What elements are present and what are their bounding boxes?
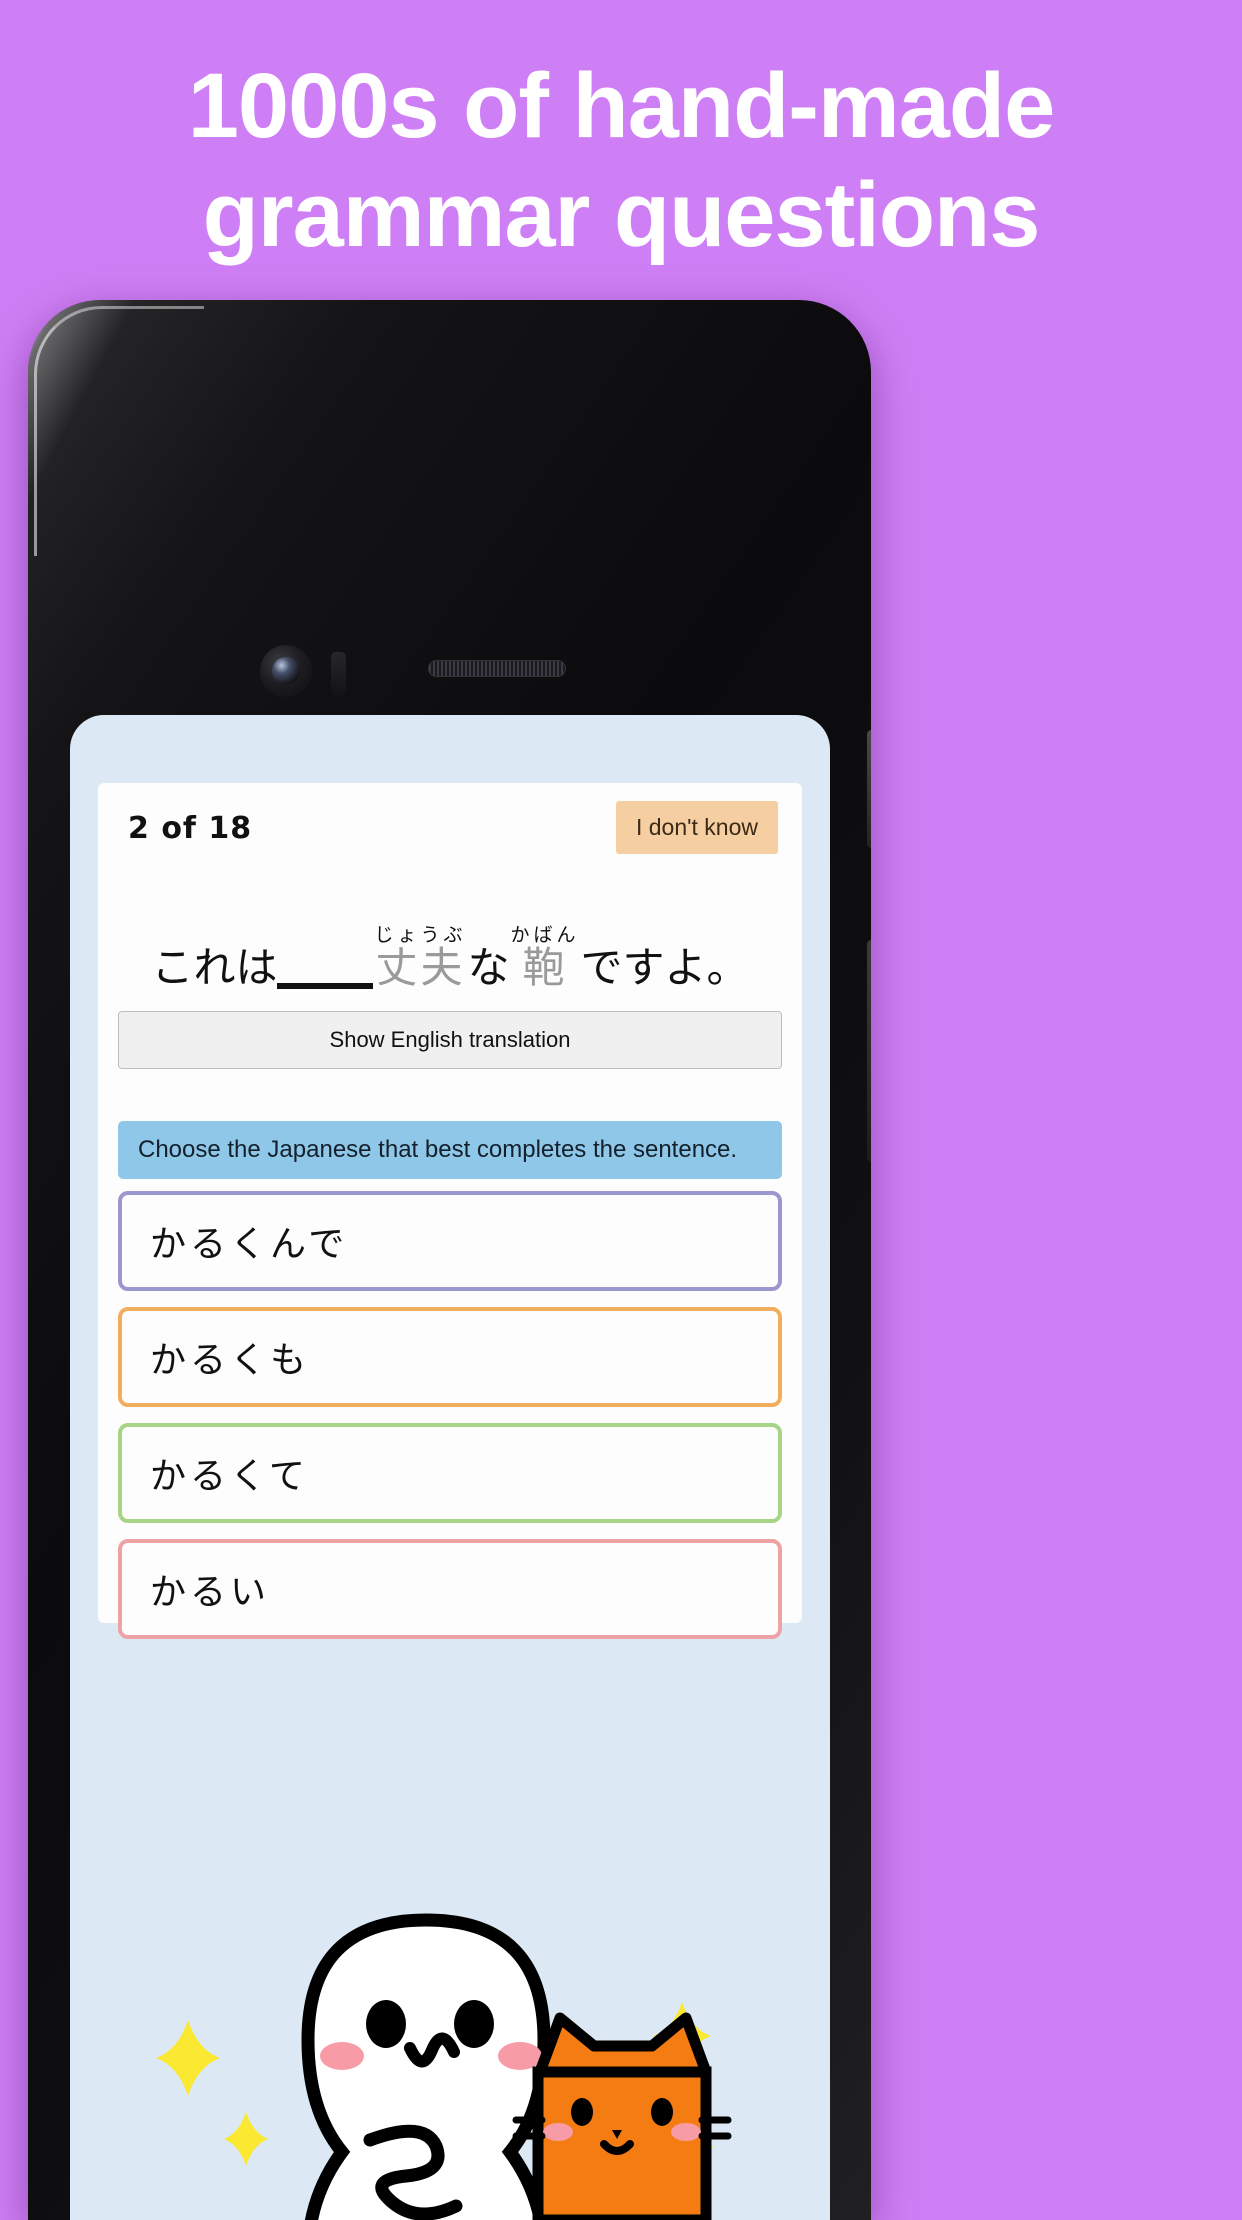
orange-cat-mascot bbox=[512, 2012, 732, 2220]
mascot-illustration bbox=[70, 1620, 830, 2220]
kanji-kaban: 鞄 bbox=[522, 943, 568, 992]
proximity-sensor-icon bbox=[331, 652, 346, 696]
sentence-blank bbox=[277, 943, 374, 989]
phone-bezel-edge bbox=[34, 306, 204, 556]
kanji-joubu: 丈夫 bbox=[375, 943, 466, 992]
white-blob-mascot bbox=[301, 1913, 551, 2220]
headline-line-2: grammar questions bbox=[202, 163, 1041, 266]
phone-bezel-highlight bbox=[28, 300, 268, 630]
answer-option-1[interactable]: かるくんで bbox=[118, 1191, 782, 1291]
sentence-segment-4: かばん鞄 bbox=[511, 923, 580, 989]
promo-headline: 1000s of hand-made grammar questions bbox=[0, 52, 1242, 269]
answer-options-list: かるくんで かるくも かるくて かるい bbox=[118, 1191, 782, 1655]
question-sentence: これは じょうぶ 丈夫なかばん鞄ですよ。 bbox=[98, 923, 802, 989]
sentence-segment-3: な bbox=[467, 943, 510, 992]
quiz-header: 2 of 18 I don't know bbox=[98, 783, 802, 893]
power-button[interactable] bbox=[867, 730, 871, 848]
sentence-segment-5: ですよ。 bbox=[580, 943, 749, 992]
i-dont-know-button[interactable]: I don't know bbox=[615, 801, 778, 854]
volume-button[interactable] bbox=[867, 940, 871, 1162]
answer-option-3[interactable]: かるくて bbox=[118, 1423, 782, 1523]
phone-screen: 2 of 18 I don't know これは じょうぶ 丈夫なかばん鞄ですよ。 … bbox=[70, 715, 830, 2220]
headline-line-1: 1000s of hand-made bbox=[187, 55, 1056, 157]
quiz-card: 2 of 18 I don't know これは じょうぶ 丈夫なかばん鞄ですよ。 … bbox=[98, 783, 802, 1639]
phone-mockup: 2 of 18 I don't know これは じょうぶ 丈夫なかばん鞄ですよ。 … bbox=[28, 300, 871, 2220]
mascot-svg bbox=[156, 1913, 732, 2220]
sentence-segment-2: じょうぶ 丈夫 bbox=[374, 923, 466, 989]
instruction-banner: Choose the Japanese that best completes … bbox=[118, 1121, 782, 1179]
camera-lens-icon bbox=[272, 657, 300, 685]
answer-option-2[interactable]: かるくも bbox=[118, 1307, 782, 1407]
camera-icon bbox=[260, 645, 312, 697]
sentence-segment-0: これは bbox=[151, 943, 278, 992]
question-counter: 2 of 18 bbox=[128, 811, 253, 846]
show-english-translation-button[interactable]: Show English translation bbox=[118, 1011, 782, 1069]
earpiece-speaker-icon bbox=[428, 660, 566, 677]
